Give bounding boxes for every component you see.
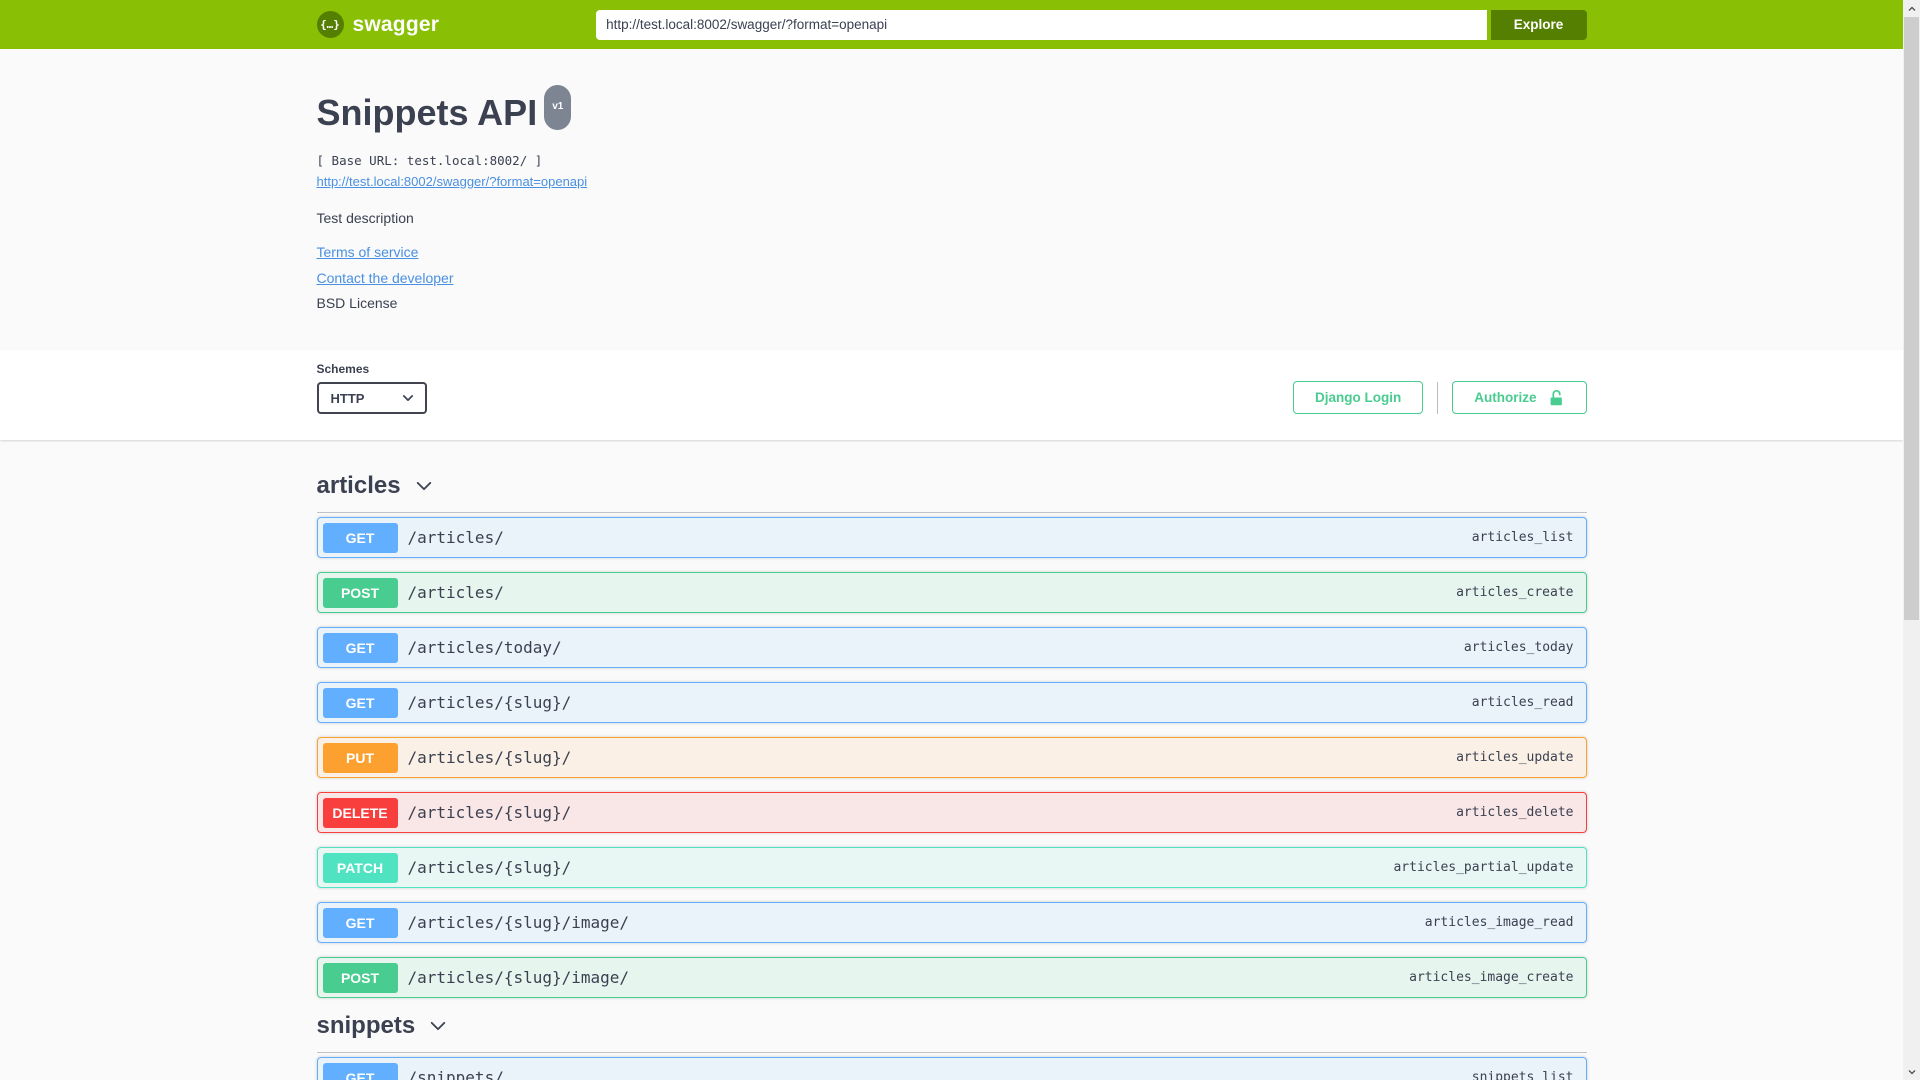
- scroll-up-arrow-icon[interactable]: [1903, 0, 1920, 17]
- operation-row[interactable]: PUT /articles/{slug}/ articles_update: [316, 737, 1587, 778]
- operation-list: GET /articles/ articles_list POST /artic…: [316, 513, 1587, 998]
- spec-url-form: Explore: [596, 9, 1587, 40]
- method-badge: POST: [322, 577, 398, 608]
- authorize-button[interactable]: Authorize: [1452, 381, 1587, 414]
- api-section: snippets GET /snippets/ snippets_list: [316, 1012, 1587, 1080]
- operation-row[interactable]: PATCH /articles/{slug}/ articles_partial…: [316, 847, 1587, 888]
- operation-row[interactable]: DELETE /articles/{slug}/ articles_delete: [316, 792, 1587, 833]
- browser-viewport: {…} swagger Explore Snippets APIv1 [ Bas…: [0, 0, 1920, 1080]
- auth-divider: [1437, 381, 1439, 414]
- vertical-scrollbar[interactable]: [1903, 0, 1920, 1080]
- section-title: snippets: [316, 1012, 416, 1039]
- base-url-label: [ Base URL: test.local:8002/ ]: [316, 153, 543, 168]
- explore-button[interactable]: Explore: [1490, 9, 1587, 40]
- chevron-down-icon: [430, 1021, 446, 1031]
- brand-name: swagger: [352, 12, 440, 36]
- api-section: articles GET /articles/ articles_list PO…: [316, 472, 1587, 998]
- chevron-down-icon: [416, 481, 431, 491]
- swagger-logo: {…} swagger: [316, 11, 440, 38]
- operation-id: articles_partial_update: [1393, 860, 1574, 875]
- method-badge: DELETE: [322, 797, 398, 828]
- api-info-section: Snippets API v1 [ Base URL: test.local:80…: [0, 49, 1903, 350]
- schemes-group: Schemes HTTP: [316, 362, 427, 414]
- operation-path: /snippets/: [407, 1068, 504, 1080]
- method-badge: GET: [322, 907, 398, 938]
- unlocked-padlock-icon: [1550, 389, 1562, 405]
- operation-row[interactable]: GET /articles/{slug}/image/ articles_ima…: [316, 902, 1587, 943]
- operation-path: /articles/: [407, 583, 504, 602]
- django-login-label: Django Login: [1315, 390, 1402, 405]
- scheme-select[interactable]: HTTP: [316, 382, 427, 414]
- operation-path: /articles/{slug}/: [407, 803, 572, 822]
- operation-path: /articles/: [407, 528, 504, 547]
- operation-row[interactable]: POST /articles/{slug}/image/ articles_im…: [316, 957, 1587, 998]
- authorize-label: Authorize: [1474, 390, 1537, 405]
- section-title: articles: [316, 472, 401, 499]
- operation-id: articles_image_create: [1409, 970, 1574, 985]
- method-badge: PATCH: [322, 852, 398, 883]
- operation-path: /articles/{slug}/: [407, 748, 572, 767]
- version-badge: v1: [544, 85, 572, 130]
- license-label: BSD License: [316, 295, 398, 311]
- spec-link[interactable]: http://test.local:8002/swagger/?format=o…: [317, 174, 588, 189]
- operation-list: GET /snippets/ snippets_list: [316, 1053, 1587, 1080]
- operation-path: /articles/{slug}/: [407, 858, 572, 877]
- method-badge: GET: [322, 687, 398, 718]
- scroll-down-arrow-icon[interactable]: [1903, 1063, 1920, 1080]
- scheme-selected-value: HTTP: [330, 390, 365, 406]
- method-badge: GET: [322, 1062, 398, 1080]
- terms-of-service-link[interactable]: Terms of service: [317, 244, 419, 260]
- api-description: Test description: [316, 210, 414, 226]
- swagger-logo-icon: {…}: [316, 11, 344, 38]
- operation-id: articles_read: [1471, 695, 1574, 710]
- method-badge: PUT: [322, 742, 398, 773]
- operations: articles GET /articles/ articles_list PO…: [316, 440, 1587, 1080]
- operation-path: /articles/{slug}/: [407, 693, 572, 712]
- chevron-down-icon: [402, 395, 413, 401]
- operation-id: articles_image_read: [1424, 915, 1574, 930]
- api-title-text: Snippets API: [316, 92, 538, 133]
- operation-path: /articles/{slug}/image/: [407, 913, 630, 932]
- operation-id: articles_create: [1456, 585, 1574, 600]
- section-header[interactable]: snippets: [316, 1012, 1587, 1053]
- spec-url-input[interactable]: [596, 9, 1487, 40]
- scheme-container: Schemes HTTP Django Login Authorize: [0, 350, 1903, 440]
- operation-row[interactable]: GET /articles/{slug}/ articles_read: [316, 682, 1587, 723]
- operation-path: /articles/{slug}/image/: [407, 968, 630, 987]
- operation-path: /articles/today/: [407, 638, 562, 657]
- section-header[interactable]: articles: [316, 472, 1587, 513]
- operation-row[interactable]: POST /articles/ articles_create: [316, 572, 1587, 613]
- operation-id: articles_today: [1463, 640, 1574, 655]
- contact-developer-link[interactable]: Contact the developer: [317, 270, 454, 286]
- method-badge: GET: [322, 522, 398, 553]
- django-login-button[interactable]: Django Login: [1293, 381, 1424, 414]
- swagger-topbar: {…} swagger Explore: [0, 0, 1903, 49]
- operation-row[interactable]: GET /articles/ articles_list: [316, 517, 1587, 558]
- operation-row[interactable]: GET /snippets/ snippets_list: [316, 1057, 1587, 1080]
- method-badge: GET: [322, 632, 398, 663]
- schemes-label: Schemes: [316, 362, 370, 376]
- auth-wrapper: Django Login Authorize: [1293, 381, 1587, 414]
- operation-id: articles_update: [1456, 750, 1574, 765]
- operation-id: snippets_list: [1471, 1070, 1574, 1080]
- method-badge: POST: [322, 962, 398, 993]
- operation-row[interactable]: GET /articles/today/ articles_today: [316, 627, 1587, 668]
- scrollbar-thumb[interactable]: [1904, 17, 1919, 620]
- operation-id: articles_list: [1471, 530, 1574, 545]
- operation-id: articles_delete: [1456, 805, 1574, 820]
- page-title: Snippets API v1: [316, 85, 1587, 146]
